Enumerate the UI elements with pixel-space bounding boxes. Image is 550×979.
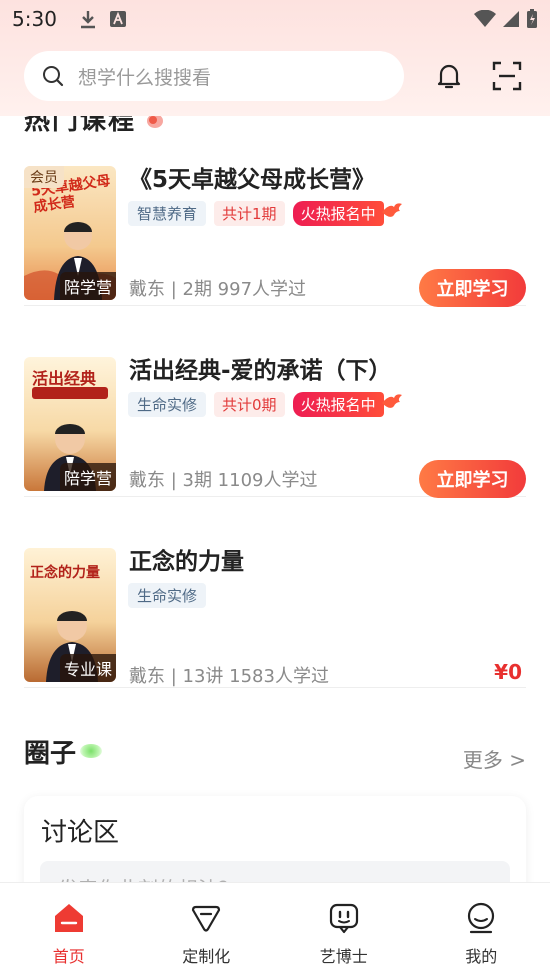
status-bar: 5:30 — [0, 0, 550, 38]
diamond-icon — [192, 905, 221, 932]
signal-icon — [503, 11, 519, 27]
search-placeholder: 想学什么搜搜看 — [78, 66, 212, 89]
course-tags: 生命实修 — [128, 583, 207, 608]
course-title[interactable]: 正念的力量 — [129, 542, 244, 576]
home-icon — [54, 904, 83, 932]
cover-tag: 陪学营 — [59, 272, 116, 300]
nav-mine[interactable]: 我的 — [413, 883, 550, 979]
course-card[interactable]: 5天卓越父母成长营 会员 陪学营 《5天卓越父母成长营》 智慧养育 共计1期 火… — [24, 116, 526, 307]
flame-icon — [381, 394, 402, 408]
study-button[interactable]: 立即学习 — [419, 460, 526, 498]
download-icon — [80, 11, 95, 29]
wifi-icon — [474, 10, 496, 27]
nav-label: 艺博士 — [319, 947, 368, 966]
cover-tag: 专业课 — [59, 654, 116, 682]
battery-icon — [527, 9, 537, 28]
search-input[interactable]: 想学什么搜搜看 — [24, 51, 404, 101]
nav-doctor[interactable]: 艺博士 — [275, 883, 413, 979]
course-cover[interactable]: 正念的力量 专业课 — [24, 548, 116, 682]
course-card[interactable]: 活出经典 陪学营 活出经典-爱的承诺（下） 生命实修 共计0期 火热报名中 戴东… — [24, 307, 526, 498]
status-time: 5:30 — [12, 7, 57, 31]
category-tag: 生命实修 — [128, 583, 207, 608]
font-icon — [109, 11, 126, 27]
course-price: ¥0 — [494, 660, 522, 684]
hot-tag: 火热报名中 — [292, 392, 402, 417]
course-cover[interactable]: 5天卓越父母成长营 会员 陪学营 — [24, 166, 116, 300]
nav-home[interactable]: 首页 — [0, 883, 138, 979]
vip-tag: 会员 — [24, 166, 64, 188]
nav-label: 我的 — [465, 947, 498, 966]
bell-icon[interactable] — [433, 60, 465, 92]
circle-title: 圈子 — [24, 739, 77, 769]
cover-tag: 陪学营 — [59, 463, 116, 491]
decor-dot-icon — [80, 744, 102, 758]
course-title[interactable]: 活出经典-爱的承诺（下） — [129, 351, 392, 385]
course-meta: 戴东 | 3期 1109人学过 — [129, 470, 318, 491]
course-title[interactable]: 《5天卓越父母成长营》 — [129, 160, 375, 194]
course-meta: 戴东 | 13讲 1583人学过 — [129, 666, 329, 687]
course-cover[interactable]: 活出经典 陪学营 — [24, 357, 116, 491]
course-meta: 戴东 | 2期 997人学过 — [129, 279, 307, 300]
count-tag: 共计1期 — [214, 201, 285, 226]
nav-label: 定制化 — [182, 947, 231, 966]
course-tags: 智慧养育 共计1期 火热报名中 — [128, 201, 402, 226]
bottom-nav: 首页 定制化 艺博士 我的 — [0, 882, 550, 979]
course-tags: 生命实修 共计0期 火热报名中 — [128, 392, 402, 417]
more-link[interactable]: 更多 > — [463, 744, 526, 773]
category-tag: 智慧养育 — [128, 201, 207, 226]
search-icon — [43, 66, 64, 87]
cover-title: 活出经典 — [32, 369, 97, 388]
hot-tag: 火热报名中 — [292, 201, 402, 226]
flame-icon — [381, 203, 402, 217]
study-button[interactable]: 立即学习 — [419, 269, 526, 307]
course-card[interactable]: 正念的力量 专业课 正念的力量 生命实修 戴东 | 13讲 1583人学过 ¥0 — [24, 498, 526, 688]
robot-icon — [329, 903, 358, 934]
nav-label: 首页 — [52, 947, 85, 966]
count-tag: 共计0期 — [214, 392, 285, 417]
category-tag: 生命实修 — [128, 392, 207, 417]
nav-custom[interactable]: 定制化 — [138, 883, 276, 979]
scan-icon[interactable] — [491, 60, 523, 92]
profile-icon — [468, 902, 495, 934]
cover-title: 正念的力量 — [30, 565, 100, 581]
discussion-title: 讨论区 — [41, 818, 120, 848]
